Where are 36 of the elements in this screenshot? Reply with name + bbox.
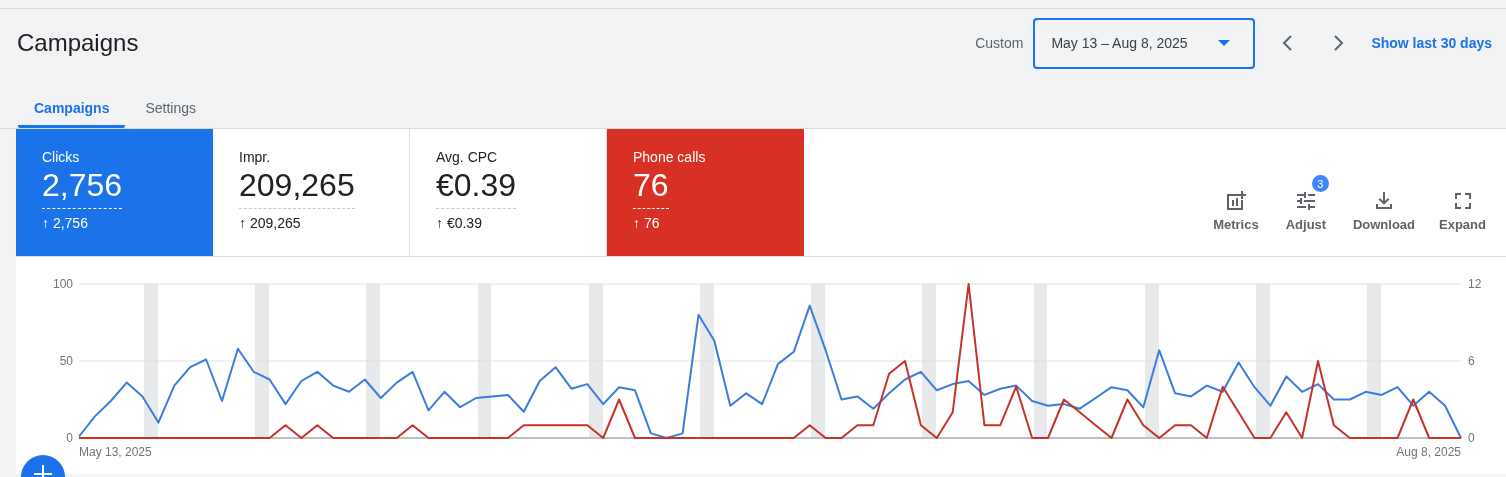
metric-change: ↑ 76 [633,215,660,231]
metric-label: Phone calls [633,149,706,165]
metric-card[interactable]: Impr. 209,265 ↑ 209,265 [213,129,410,256]
axis-label: 12 [1468,277,1482,291]
metric-card[interactable]: Phone calls 76 ↑ 76 [607,129,804,256]
metric-label: Impr. [239,149,271,165]
metric-value: €0.39 [436,167,517,209]
metric-card[interactable]: Clicks 2,756 ↑ 2,756 [16,129,213,256]
axis-label: 0 [66,431,73,445]
axis-label: Aug 8, 2025 [1396,445,1461,459]
previous-icon[interactable] [1281,34,1294,52]
metric-change: ↑ 209,265 [239,215,301,231]
axis-label: 50 [59,354,73,368]
axis-label: 100 [52,277,73,291]
axis-label: May 13, 2025 [79,445,152,459]
metric-value: 2,756 [42,167,123,209]
page-title: Campaigns [17,29,139,57]
metric-value: 209,265 [239,167,355,209]
toolbar-button[interactable]: Adjust [1274,189,1337,232]
metric-change: ↑ €0.39 [436,215,482,231]
range-label: Custom [975,35,1024,51]
count-badge: 3 [1311,175,1329,192]
date-range-dropdown[interactable]: May 13 – Aug 8, 2025 [1033,17,1256,69]
metric-change: ↑ 2,756 [42,215,88,231]
toolbar-button[interactable]: Expand [1431,189,1494,232]
metric-value: 76 [633,167,669,209]
axis-label: 0 [1468,431,1475,445]
show-last-30-days-link[interactable]: Show last 30 days [1371,35,1492,51]
tab[interactable]: Settings [129,77,213,128]
axis-label: 6 [1468,354,1475,368]
metric-label: Avg. CPC [436,149,498,165]
toolbar-button[interactable]: Metrics [1204,189,1267,232]
dropdown-caret-icon [1217,39,1230,47]
next-icon[interactable] [1333,34,1346,52]
toolbar-button[interactable]: Download [1344,189,1424,232]
metric-label: Clicks [42,149,80,165]
